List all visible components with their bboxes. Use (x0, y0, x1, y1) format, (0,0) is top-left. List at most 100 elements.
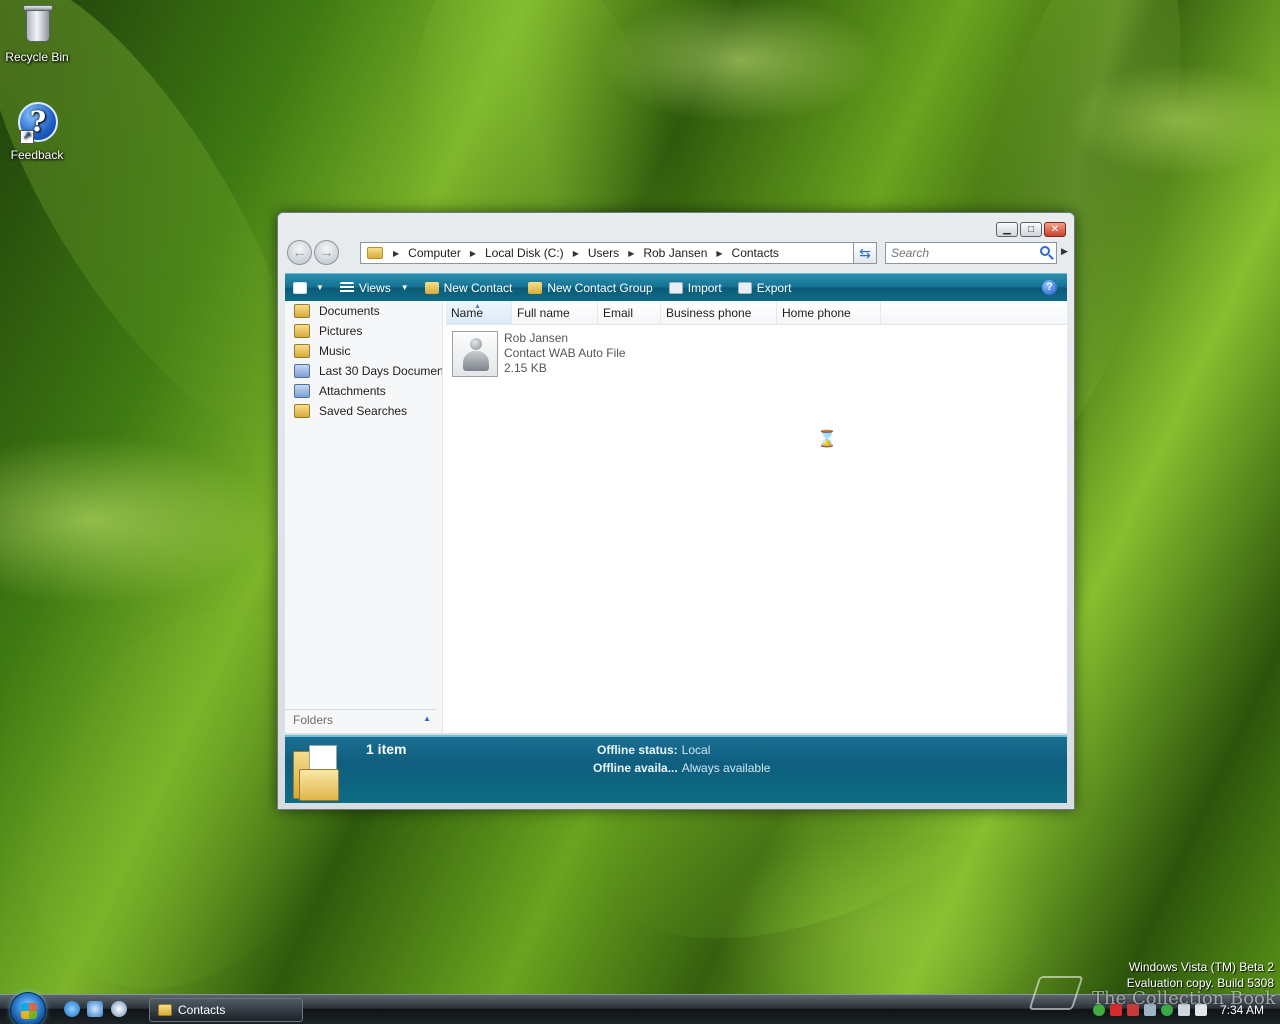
search-input[interactable] (891, 246, 1031, 260)
chevron-right-icon: ▶ (572, 248, 579, 258)
file-name: Rob Jansen (504, 331, 569, 345)
offline-availability-label: Offline availa... (593, 761, 678, 775)
desktop-icon-feedback[interactable]: ? ↗ Feedback (0, 100, 74, 162)
nav-item-saved-searches[interactable]: Saved Searches (285, 401, 442, 421)
offline-availability-value: Always available (681, 761, 771, 775)
breadcrumb-local-disk[interactable]: Local Disk (C:) (485, 246, 564, 260)
column-headers: ▲ Name Full name Email Business phone Ho… (446, 301, 1067, 325)
column-header-full-name[interactable]: Full name (512, 301, 598, 324)
search-icon[interactable] (1040, 246, 1050, 256)
shortcut-arrow-icon: ↗ (20, 130, 34, 144)
start-button[interactable] (10, 992, 46, 1024)
breadcrumb-rob-jansen[interactable]: Rob Jansen (643, 246, 707, 260)
refresh-button[interactable]: ⇆ (853, 242, 877, 264)
watermark-line-1: Windows Vista (TM) Beta 2 (1128, 960, 1274, 974)
breadcrumb-computer[interactable]: Computer (408, 246, 461, 260)
show-desktop-icon[interactable] (87, 1001, 103, 1017)
desktop-icon-label: Feedback (10, 148, 64, 162)
contacts-window: ▁ □ ✕ ← → ▶ Computer ▶ Local Disk (C:) ▶… (277, 212, 1075, 810)
contacts-folder-icon (293, 743, 339, 801)
desktop-icon-recycle-bin[interactable]: Recycle Bin (0, 2, 74, 64)
offline-status-value: Local (681, 743, 711, 757)
forward-arrow-icon: → (319, 244, 334, 260)
views-icon (339, 281, 354, 294)
file-list: ▲ Name Full name Email Business phone Ho… (446, 301, 1067, 733)
nav-item-music[interactable]: Music (285, 341, 442, 361)
command-toolbar: ▼ Views ▼ New Contact New Contact Group … (285, 273, 1067, 301)
pictures-folder-icon (294, 324, 310, 338)
chevron-right-icon: ▶ (628, 248, 635, 258)
folders-label: Folders (293, 713, 334, 727)
details-pane: 1 item Offline status: Local Offline avai… (285, 735, 1067, 803)
minimize-button[interactable]: ▁ (996, 222, 1018, 237)
window-controls: ▁ □ ✕ (996, 222, 1066, 237)
new-contact-group-button[interactable]: New Contact Group (520, 274, 660, 301)
column-header-email[interactable]: Email (598, 301, 661, 324)
new-contact-button[interactable]: New Contact (417, 274, 521, 301)
new-contact-icon (424, 281, 439, 294)
contacts-folder-icon (158, 1004, 172, 1016)
maximize-button[interactable]: □ (1020, 222, 1042, 237)
contact-icon (452, 331, 498, 377)
chevron-right-icon: ▶ (716, 248, 723, 258)
nav-item-label: Documents (319, 304, 380, 318)
export-button[interactable]: Export (730, 274, 800, 301)
import-label: Import (687, 280, 722, 295)
nav-item-documents[interactable]: Documents (285, 301, 442, 321)
new-contact-group-label: New Contact Group (547, 280, 653, 295)
help-icon: ? ↗ (18, 100, 58, 144)
breadcrumb-contacts[interactable]: Contacts (732, 246, 779, 260)
column-header-business-phone[interactable]: Business phone (661, 301, 777, 324)
media-player-icon[interactable] (111, 1001, 127, 1017)
saved-searches-folder-icon (294, 404, 310, 418)
close-button[interactable]: ✕ (1044, 222, 1066, 237)
navigation-row: ← → ▶ Computer ▶ Local Disk (C:) ▶ Users… (285, 240, 1068, 268)
windows-logo-icon (21, 1003, 37, 1019)
taskbar-button-label: Contacts (178, 1003, 226, 1017)
column-header-home-phone[interactable]: Home phone (777, 301, 881, 324)
nav-item-label: Attachments (319, 384, 386, 398)
breadcrumb-users[interactable]: Users (588, 246, 619, 260)
file-size: 2.15 KB (504, 361, 547, 375)
build-watermark: Windows Vista (TM) Beta 2 Evaluation cop… (1127, 959, 1274, 991)
taskbar-button-contacts[interactable]: Contacts (149, 998, 303, 1022)
export-label: Export (756, 280, 792, 295)
chevron-down-icon: ▼ (316, 283, 324, 292)
import-icon (668, 281, 683, 294)
file-type: Contact WAB Auto File (504, 346, 626, 360)
taskbar: Contacts 7:34 AM (0, 992, 1280, 1024)
search-options-chevron-icon[interactable]: ▶ (1061, 246, 1068, 257)
nav-item-last-30-days[interactable]: Last 30 Days Documents (285, 361, 442, 381)
organize-button[interactable]: ▼ (285, 274, 332, 301)
column-label: Business phone (666, 306, 752, 320)
chevron-up-icon: ▲ (423, 714, 431, 723)
import-button[interactable]: Import (661, 274, 730, 301)
views-button[interactable]: Views ▼ (332, 274, 417, 301)
nav-item-label: Pictures (319, 324, 363, 338)
back-button[interactable]: ← (287, 240, 312, 265)
help-button[interactable]: ? (1042, 280, 1057, 295)
content-area: Documents Pictures Music Last 30 Days Do… (285, 301, 1067, 733)
column-header-name[interactable]: ▲ Name (446, 301, 512, 324)
desktop-icon-label: Recycle Bin (5, 50, 69, 64)
nav-item-pictures[interactable]: Pictures (285, 321, 442, 341)
nav-item-label: Saved Searches (319, 404, 408, 418)
offline-availability-row: Offline availa... Always available (593, 761, 770, 775)
nav-item-label: Music (319, 344, 351, 358)
hourglass-cursor-icon: ⌛ (817, 431, 837, 448)
internet-explorer-icon[interactable] (64, 1001, 80, 1017)
overlay-watermark: The Collection Book (1092, 988, 1276, 1009)
chevron-right-icon: ▶ (393, 248, 400, 258)
nav-item-attachments[interactable]: Attachments (285, 381, 442, 401)
saved-search-icon (294, 384, 310, 398)
folders-toggle[interactable]: Folders ▲ (285, 709, 437, 729)
contact-file-item[interactable]: Rob Jansen Contact WAB Auto File 2.15 KB (452, 331, 626, 377)
offline-status-label: Offline status: (597, 743, 678, 757)
search-box[interactable] (885, 242, 1057, 264)
chevron-right-icon: ▶ (469, 248, 476, 258)
sort-ascending-icon: ▲ (474, 303, 481, 310)
forward-button[interactable]: → (314, 240, 339, 265)
address-bar[interactable]: ▶ Computer ▶ Local Disk (C:) ▶ Users ▶ R… (360, 242, 872, 264)
back-arrow-icon: ← (292, 244, 307, 260)
file-details: Rob Jansen Contact WAB Auto File 2.15 KB (504, 331, 626, 377)
